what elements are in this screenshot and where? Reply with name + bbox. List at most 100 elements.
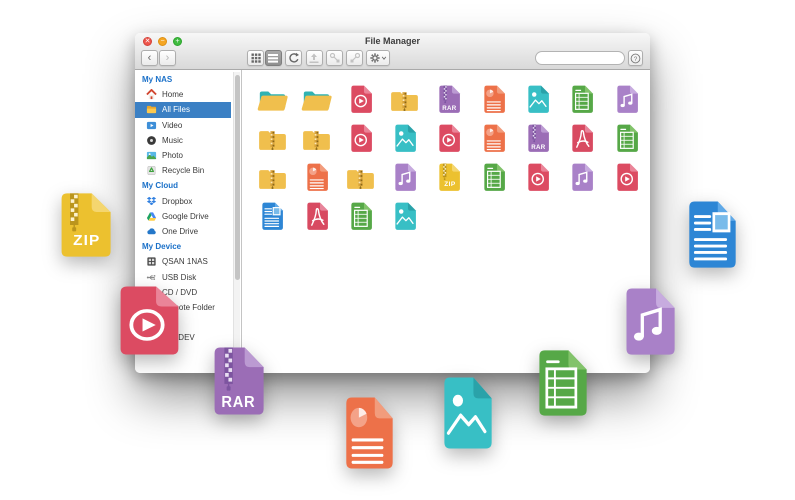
file-icon-music[interactable] <box>393 163 417 192</box>
toolbar: ‹ › ? <box>135 49 650 69</box>
upload-icon <box>308 52 320 64</box>
folder-icon-folder-open[interactable] <box>301 88 332 113</box>
sidebar-item-recycle-bin[interactable]: Recycle Bin <box>135 163 241 178</box>
forward-button[interactable]: › <box>159 50 176 66</box>
floating-music-icon <box>621 287 676 356</box>
folder-icon-folder-open[interactable] <box>257 88 288 113</box>
folder-icon-folder-zip[interactable] <box>301 127 332 152</box>
file-icon-pdf[interactable] <box>305 202 329 231</box>
share-link-icon <box>329 52 341 64</box>
svg-text:RAR: RAR <box>221 394 255 411</box>
file-icon-sheet[interactable] <box>615 124 639 153</box>
file-icon-sheet[interactable] <box>570 85 594 114</box>
sidebar-item-label: Music <box>162 136 183 145</box>
file-icon-doc[interactable] <box>305 163 329 192</box>
sidebar-item-usb-disk[interactable]: USB Disk <box>135 269 241 284</box>
usb-icon <box>146 272 157 283</box>
floating-doc-icon <box>341 396 394 470</box>
sidebar-item-music[interactable]: Music <box>135 133 241 148</box>
list-view-button[interactable] <box>265 50 282 66</box>
nas-icon <box>146 256 157 267</box>
file-icon-docblue[interactable] <box>260 202 284 231</box>
search-field <box>535 51 625 65</box>
dropbox-icon <box>146 196 157 207</box>
sidebar-item-label: Google Drive <box>162 212 209 221</box>
file-icon-video[interactable] <box>349 85 373 114</box>
file-icon-image[interactable] <box>393 124 417 153</box>
svg-text:ZIP: ZIP <box>445 180 457 187</box>
file-icon-pdf[interactable] <box>570 124 594 153</box>
floating-video-icon <box>114 285 180 356</box>
folder-icon-folder-zip[interactable] <box>389 88 420 113</box>
sidebar-section-my-device: My Device <box>135 239 241 254</box>
sidebar-item-qsan-1nas[interactable]: QSAN 1NAS <box>135 254 241 269</box>
sidebar-item-label: All Files <box>162 105 190 114</box>
file-icon-video[interactable] <box>526 163 550 192</box>
file-icon-sheet[interactable] <box>482 163 506 192</box>
sidebar-item-label: USB Disk <box>162 273 196 282</box>
file-icon-image[interactable] <box>526 85 550 114</box>
sidebar-item-all-files[interactable]: All Files <box>135 102 231 117</box>
refresh-button[interactable] <box>285 50 302 66</box>
shared-me-button[interactable] <box>346 50 363 66</box>
window-title: File Manager <box>135 36 650 46</box>
svg-text:RAR: RAR <box>443 104 457 111</box>
sidebar-item-photo[interactable]: Photo <box>135 148 241 163</box>
file-icon-rar[interactable]: RAR <box>526 124 550 153</box>
refresh-icon <box>288 52 300 64</box>
sidebar-item-label: Dropbox <box>162 197 192 206</box>
sidebar-scrollbar-thumb[interactable] <box>235 75 240 280</box>
list-icon <box>267 52 279 64</box>
grid-view-button[interactable] <box>247 50 264 66</box>
folder-icon-folder-zip[interactable] <box>345 166 376 191</box>
file-icon-video[interactable] <box>615 163 639 192</box>
floating-zip-icon: ZIP <box>56 192 112 258</box>
sidebar-scrollbar[interactable] <box>233 72 240 371</box>
file-icon-video[interactable] <box>349 124 373 153</box>
file-grid-area: RAR <box>243 70 650 373</box>
shared-link-icon <box>349 52 361 64</box>
sidebar-item-dropbox[interactable]: Dropbox <box>135 194 241 209</box>
help-icon: ? <box>630 53 641 64</box>
sidebar-item-label: One Drive <box>162 227 198 236</box>
sidebar-item-google-drive[interactable]: Google Drive <box>135 209 241 224</box>
floating-docblue-icon <box>684 200 737 269</box>
file-icon-music[interactable] <box>570 163 594 192</box>
folder-icon-folder-zip[interactable] <box>257 127 288 152</box>
file-icon-doc[interactable] <box>482 85 506 114</box>
back-button[interactable]: ‹ <box>141 50 158 66</box>
sidebar-item-label: QSAN 1NAS <box>162 257 208 266</box>
sidebar-item-label: Video <box>162 121 182 130</box>
floating-sheet-icon <box>534 349 588 417</box>
floating-image-icon <box>439 376 493 450</box>
file-icon-zip[interactable]: ZIP <box>437 163 461 192</box>
file-icon-rar[interactable]: RAR <box>437 85 461 114</box>
sidebar-item-label: Photo <box>162 151 183 160</box>
upload-button[interactable] <box>306 50 323 66</box>
video-icon <box>146 120 157 131</box>
sidebar-item-home[interactable]: Home <box>135 87 241 102</box>
gear-icon <box>369 52 381 64</box>
file-icon-music[interactable] <box>615 85 639 114</box>
folder-icon <box>146 104 157 115</box>
window-chrome: ✕ − + File Manager ‹ › <box>135 33 650 70</box>
actions-button[interactable] <box>366 50 390 66</box>
recycle-icon <box>146 165 157 176</box>
help-button[interactable]: ? <box>628 50 643 66</box>
file-icon-sheet[interactable] <box>349 202 373 231</box>
share-link-button[interactable] <box>326 50 343 66</box>
svg-text:ZIP: ZIP <box>73 232 100 249</box>
stage: ✕ − + File Manager ‹ › <box>0 0 795 500</box>
grid-icon <box>250 52 262 64</box>
sidebar-section-my-cloud: My Cloud <box>135 178 241 193</box>
sidebar-item-label: Recycle Bin <box>162 166 204 175</box>
onedrive-icon <box>146 226 157 237</box>
folder-icon-folder-zip[interactable] <box>257 166 288 191</box>
home-icon <box>146 89 157 100</box>
file-icon-doc[interactable] <box>482 124 506 153</box>
file-icon-video[interactable] <box>437 124 461 153</box>
sidebar-item-video[interactable]: Video <box>135 118 241 133</box>
sidebar-section-my-nas: My NAS <box>135 72 241 87</box>
file-icon-image[interactable] <box>393 202 417 231</box>
sidebar-item-one-drive[interactable]: One Drive <box>135 224 241 239</box>
